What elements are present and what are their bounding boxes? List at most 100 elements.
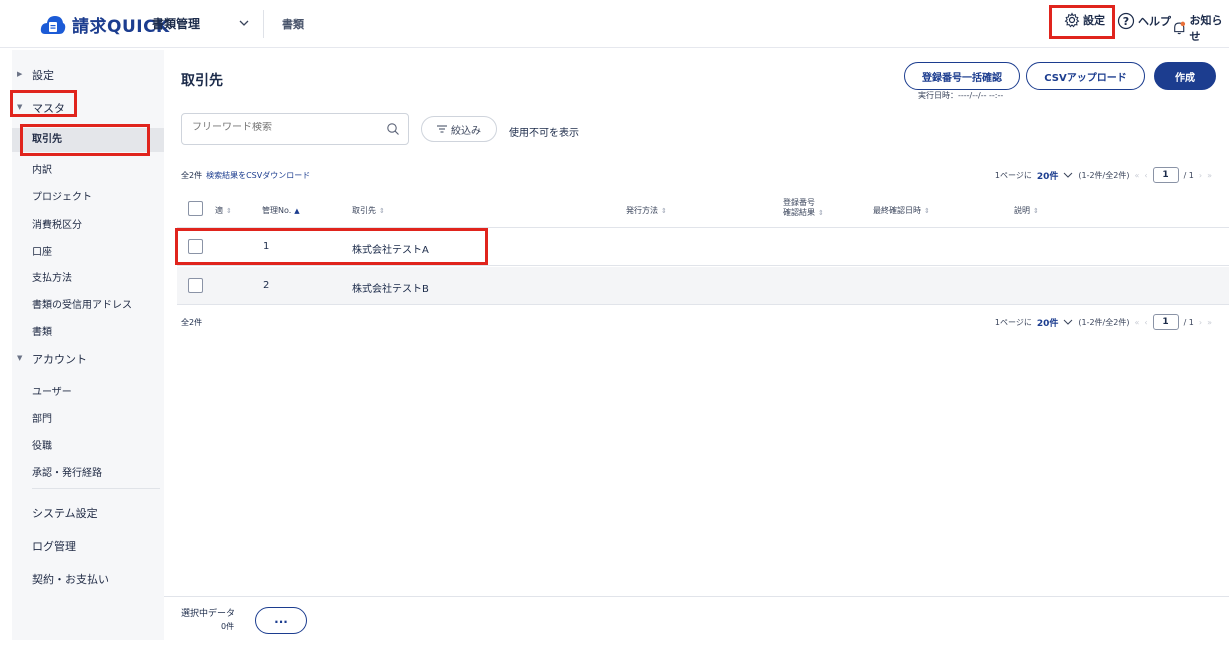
sidebar-item-accounts[interactable]: ▼ アカウント <box>12 351 164 367</box>
sidebar-item-label: アカウント <box>32 353 87 366</box>
result-count-bottom: 全2件 <box>181 318 203 327</box>
sidebar-item-payment-method[interactable]: 支払方法 <box>12 269 164 284</box>
next-page-icon[interactable]: › <box>1199 318 1202 327</box>
sidebar-item-settings[interactable]: ▶ 設定 <box>12 67 164 83</box>
last-page-icon[interactable]: » <box>1207 318 1212 327</box>
page-input[interactable]: 1 <box>1152 314 1179 330</box>
result-count-top: 全2件 検索結果をCSVダウンロード <box>181 170 310 181</box>
sidebar-item-label: 部門 <box>32 414 52 425</box>
sidebar-item-positions[interactable]: 役職 <box>12 437 164 452</box>
filter-label: 絞込み <box>451 125 481 137</box>
sidebar-item-label: 書類の受信用アドレス <box>32 300 132 311</box>
help-label: ヘルプ <box>1138 15 1171 28</box>
show-disabled-toggle[interactable]: 使用不可を表示 <box>509 124 579 139</box>
more-actions-button[interactable]: ... <box>255 607 307 634</box>
sidebar-item-label: 取引先 <box>32 134 62 145</box>
column-header[interactable]: 発行方法 ⇕ <box>626 205 667 216</box>
search-icon[interactable] <box>386 122 400 136</box>
sidebar-item-users[interactable]: ユーザー <box>12 383 164 398</box>
notice-link[interactable]: お知らせ <box>1172 12 1229 44</box>
top-header: 請求QUICK 書類管理 書類 設定 ? ヘルプ お知らせ <box>0 0 1229 48</box>
last-page-icon[interactable]: » <box>1207 171 1212 180</box>
page-total: / 1 <box>1183 317 1194 327</box>
client-name[interactable]: 株式会社テストA <box>352 241 429 256</box>
sidebar-item-departments[interactable]: 部門 <box>12 410 164 425</box>
sidebar-item-approval-route[interactable]: 承認・発行経路 <box>12 464 164 479</box>
sidebar-item-account[interactable]: 口座 <box>12 243 164 258</box>
chevron-down-icon[interactable] <box>1063 171 1073 179</box>
column-header[interactable]: 管理No. ▲ <box>262 205 300 216</box>
column-header[interactable]: 適 ⇕ <box>215 205 232 216</box>
select-all-checkbox[interactable] <box>188 201 203 216</box>
csv-download-link[interactable]: 検索結果をCSVダウンロード <box>206 171 310 180</box>
logo-icon <box>40 15 66 34</box>
sidebar-item-contract-payment[interactable]: 契約・お支払い <box>12 571 164 587</box>
range-text: (1-2件/全2件) <box>1078 317 1130 327</box>
selected-count: 0件 <box>221 622 235 631</box>
sidebar-item-clients[interactable]: 取引先 <box>12 128 164 152</box>
result-count: 全2件 <box>181 171 203 180</box>
svg-text:?: ? <box>1123 15 1129 28</box>
client-name[interactable]: 株式会社テストB <box>352 280 429 295</box>
sidebar-item-label: 設定 <box>32 69 54 82</box>
page-title: 取引先 <box>181 73 223 89</box>
create-button[interactable]: 作成 <box>1154 62 1216 90</box>
column-header[interactable]: 最終確認日時 ⇕ <box>873 205 930 216</box>
management-no: 1 <box>263 241 270 252</box>
sidebar-item-label: 役職 <box>32 441 52 452</box>
prev-page-icon[interactable]: ‹ <box>1144 171 1147 180</box>
header-divider <box>263 10 264 38</box>
document-management-menu[interactable]: 書類管理 <box>152 15 200 32</box>
bulk-check-button[interactable]: 登録番号一括確認 <box>904 62 1020 90</box>
settings-link[interactable]: 設定 <box>1064 12 1105 28</box>
logo[interactable]: 請求QUICK <box>40 12 170 37</box>
row-checkbox[interactable] <box>188 239 203 254</box>
sidebar-item-label: ユーザー <box>32 387 72 398</box>
sidebar-item-project[interactable]: プロジェクト <box>12 188 164 203</box>
search-box[interactable] <box>181 113 409 145</box>
sidebar-item-label: 口座 <box>32 247 52 258</box>
documents-link[interactable]: 書類 <box>282 16 304 32</box>
chevron-down-icon[interactable] <box>1063 318 1073 326</box>
management-no: 2 <box>263 280 270 291</box>
sidebar-item-receive-address[interactable]: 書類の受信用アドレス <box>12 296 164 311</box>
sidebar-item-system-settings[interactable]: システム設定 <box>12 505 164 521</box>
table-header: 適 ⇕ 管理No. ▲ 取引先 ⇕ 発行方法 ⇕ 登録番号 確認結果 ⇕ 最終確認日時 ⇕ … <box>177 190 1229 228</box>
per-page-select[interactable]: 20件 <box>1037 169 1059 182</box>
sidebar-item-label: ログ管理 <box>32 540 76 553</box>
sidebar-item-master[interactable]: ▼ マスタ <box>12 100 164 116</box>
prev-page-icon[interactable]: ‹ <box>1144 318 1147 327</box>
sidebar-item-label: 承認・発行経路 <box>32 468 102 479</box>
first-page-icon[interactable]: « <box>1134 318 1139 327</box>
first-page-icon[interactable]: « <box>1134 171 1139 180</box>
column-header[interactable]: 取引先 ⇕ <box>352 205 385 216</box>
filter-button[interactable]: 絞込み <box>421 116 497 142</box>
sidebar-item-tax-category[interactable]: 消費税区分 <box>12 216 164 231</box>
sidebar-item-label: 内訳 <box>32 165 52 176</box>
column-header[interactable]: 説明 ⇕ <box>1014 205 1039 216</box>
help-link[interactable]: ? ヘルプ <box>1117 12 1171 30</box>
chevron-down-icon[interactable] <box>237 16 251 30</box>
per-page-select[interactable]: 20件 <box>1037 316 1059 329</box>
table-row[interactable]: 1 株式会社テストA <box>177 228 1229 266</box>
caret-down-icon: ▼ <box>17 354 23 362</box>
row-checkbox[interactable] <box>188 278 203 293</box>
sidebar-item-breakdown[interactable]: 内訳 <box>12 161 164 176</box>
filter-icon <box>437 125 447 133</box>
search-input[interactable] <box>192 122 382 133</box>
sidebar-item-documents[interactable]: 書類 <box>12 323 164 338</box>
selected-data-label: 選択中データ <box>181 609 236 619</box>
sidebar: ▶ 設定 ▼ マスタ 取引先 内訳 プロジェクト 消費税区分 口座 支払方法 書… <box>12 50 164 640</box>
page-input[interactable]: 1 <box>1152 167 1179 183</box>
csv-upload-button[interactable]: CSVアップロード <box>1026 62 1145 90</box>
per-page-prefix: 1ページに <box>994 170 1032 180</box>
per-page-prefix: 1ページに <box>994 317 1032 327</box>
next-page-icon[interactable]: › <box>1199 171 1202 180</box>
bell-icon <box>1174 21 1186 35</box>
help-icon: ? <box>1117 12 1135 30</box>
column-header[interactable]: 登録番号 確認結果 ⇕ <box>783 198 824 218</box>
caret-down-icon: ▼ <box>17 103 23 111</box>
table-row[interactable]: 2 株式会社テストB <box>177 267 1229 305</box>
sidebar-item-log-management[interactable]: ログ管理 <box>12 538 164 554</box>
page-total: / 1 <box>1183 170 1194 180</box>
